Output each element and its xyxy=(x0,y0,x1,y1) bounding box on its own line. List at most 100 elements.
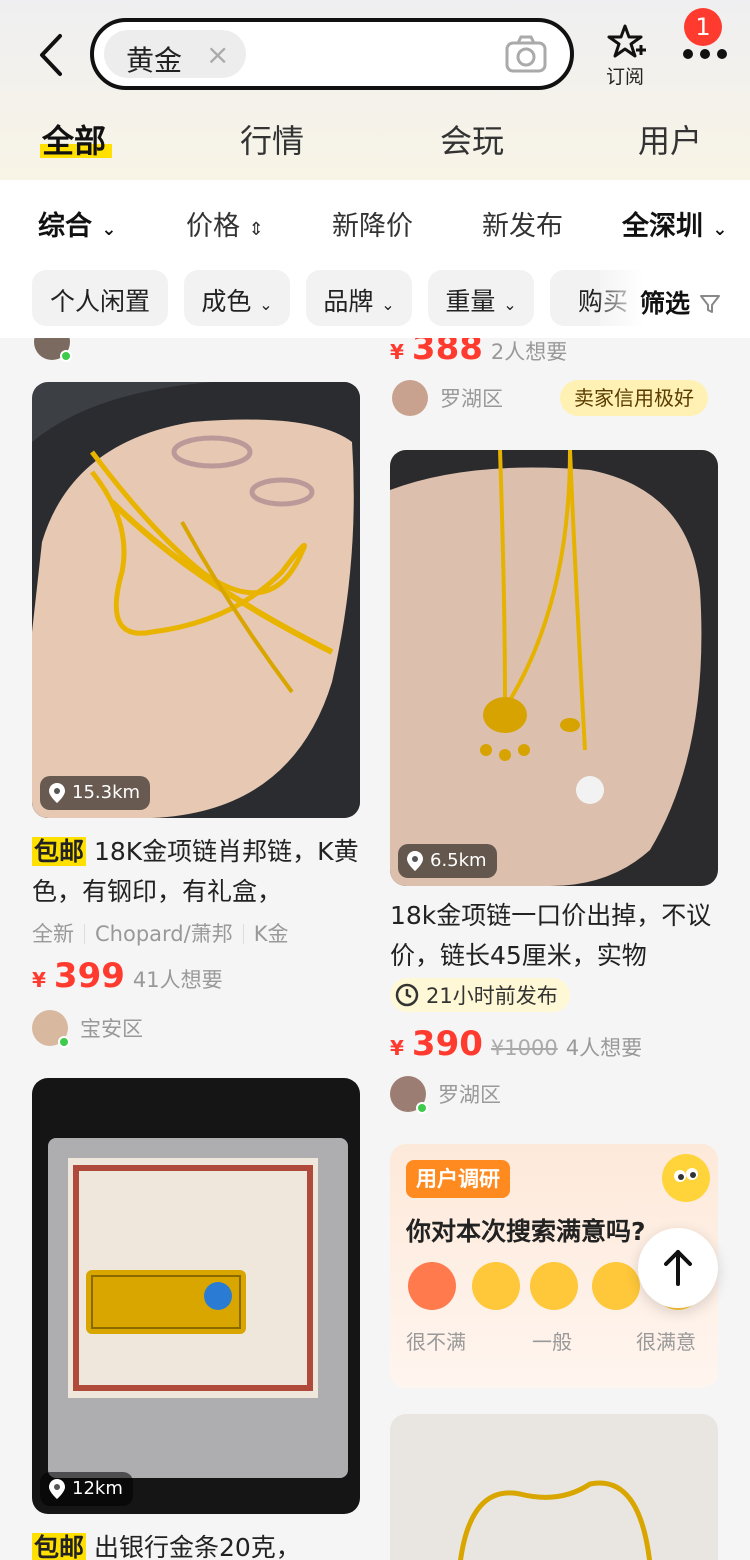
filter-weight[interactable]: 重量 ⌄ xyxy=(428,270,534,326)
distance-value: 6.5km xyxy=(430,850,487,871)
very-dissatisfied-icon[interactable] xyxy=(408,1262,456,1310)
gold-bar-image xyxy=(32,1078,360,1514)
dissatisfied-icon[interactable] xyxy=(472,1262,520,1310)
seller-area: 宝安区 xyxy=(80,1017,143,1041)
sort-price-label: 价格 xyxy=(186,211,240,242)
star-plus-icon xyxy=(607,24,646,58)
label-very-satisfied: 很满意 xyxy=(636,1330,696,1354)
tag-material: K金 xyxy=(253,922,289,946)
price-row: ¥ 390 ¥1000 4人想要 xyxy=(390,1024,643,1064)
sort-bar: 综合 ⌄ 价格 ⇕ 新降价 新发布 全深圳 ⌄ xyxy=(0,180,750,260)
funnel-icon xyxy=(699,295,720,313)
sort-price-drop[interactable]: 新降价 xyxy=(332,204,413,243)
distance-tag: 6.5km xyxy=(398,844,497,878)
want-count: 41人想要 xyxy=(132,968,223,992)
neutral-icon[interactable] xyxy=(530,1262,578,1310)
product-card[interactable]: 15.3km 包邮 18K金项链肖邦链，K黄色，有钢印，有礼盒， 全新 Chopa… xyxy=(32,382,360,1072)
chevron-down-icon: ⌄ xyxy=(503,295,517,314)
gold-necklace-image xyxy=(32,382,360,818)
filter-personal-idle[interactable]: 个人闲置 xyxy=(32,270,168,326)
label-neutral: 一般 xyxy=(532,1330,572,1354)
product-title: 包邮 18K金项链肖邦链，K黄色，有钢印，有礼盒， xyxy=(32,832,360,912)
post-time-tag: 21小时前发布 xyxy=(390,978,570,1012)
location-pin-icon xyxy=(49,1479,65,1499)
clock-icon xyxy=(395,983,419,1007)
seller-info[interactable]: 罗湖区 xyxy=(390,1076,501,1114)
want-count: 4人想要 xyxy=(565,1036,643,1060)
sort-updown-icon: ⇕ xyxy=(248,219,264,240)
original-price: ¥1000 xyxy=(490,1036,558,1060)
avatar xyxy=(390,1076,428,1114)
product-image xyxy=(390,1414,718,1560)
filter-condition-label: 成色 xyxy=(201,287,252,316)
tab-market[interactable]: 行情 xyxy=(240,116,304,162)
product-title-text: 出银行金条20克， xyxy=(93,1533,301,1560)
post-time: 21小时前发布 xyxy=(426,984,558,1008)
chevron-down-icon: ⌄ xyxy=(381,295,395,314)
tag-brand: Chopard/萧邦 xyxy=(95,922,233,946)
location-pin-icon xyxy=(407,851,423,871)
filter-brand[interactable]: 品牌 ⌄ xyxy=(306,270,412,326)
search-input[interactable]: 黄金 × xyxy=(90,18,574,90)
distance-value: 15.3km xyxy=(72,782,141,803)
back-to-top-button[interactable] xyxy=(638,1228,718,1308)
filter-button[interactable]: 筛选 xyxy=(640,284,721,320)
seller-info[interactable]: 宝安区 xyxy=(32,1010,143,1048)
subscribe-label: 订阅 xyxy=(605,66,644,88)
clear-keyword-icon[interactable]: × xyxy=(206,38,229,71)
tab-users[interactable]: 用户 xyxy=(638,116,702,162)
product-card[interactable] xyxy=(390,1414,718,1560)
satisfied-icon[interactable] xyxy=(592,1262,640,1310)
credit-badge: 卖家信用极好 xyxy=(560,380,708,416)
free-shipping-badge: 包邮 xyxy=(32,1533,87,1560)
distance-tag: 12km xyxy=(40,1472,133,1506)
gold-bracelet-image xyxy=(390,1414,718,1560)
filter-brand-label: 品牌 xyxy=(323,287,374,316)
avatar xyxy=(34,338,72,362)
filter-label: 筛选 xyxy=(640,289,691,318)
chevron-down-icon: ⌄ xyxy=(101,219,117,240)
product-tags: 全新 Chopard/萧邦 K金 xyxy=(32,918,288,948)
search-keyword: 黄金 xyxy=(126,44,183,77)
sort-price[interactable]: 价格 ⇕ xyxy=(186,204,264,243)
distance-value: 12km xyxy=(72,1478,123,1499)
sort-new-post[interactable]: 新发布 xyxy=(482,204,563,243)
search-keyword-chip[interactable]: 黄金 × xyxy=(104,30,246,78)
free-shipping-badge: 包邮 xyxy=(32,837,87,866)
chevron-down-icon: ⌄ xyxy=(712,219,728,240)
mascot-icon xyxy=(662,1154,710,1202)
price: 390 xyxy=(411,1024,483,1064)
region-selector[interactable]: 全深圳 ⌄ xyxy=(622,204,728,243)
survey-tag: 用户调研 xyxy=(406,1160,510,1198)
search-header: 黄金 × 订阅 1 全部 行情 会玩 用户 xyxy=(0,0,750,180)
price-row: ¥ 388 2人想要 xyxy=(390,338,567,368)
seller-info[interactable]: 罗湖区 xyxy=(392,380,503,416)
label-very-dissatisfied: 很不满 xyxy=(406,1330,466,1354)
product-card[interactable]: 6.5km 18k金项链一口价出掉，不议价，链长45厘米，实物 21小时前发布 … xyxy=(390,450,718,1120)
gold-pendant-image xyxy=(390,450,718,886)
tab-play[interactable]: 会玩 xyxy=(440,116,504,162)
tab-all[interactable]: 全部 xyxy=(42,116,106,162)
camera-icon[interactable] xyxy=(504,34,548,74)
want-count: 2人想要 xyxy=(490,340,568,364)
product-image: 15.3km xyxy=(32,382,360,818)
filter-condition[interactable]: 成色 ⌄ xyxy=(184,270,290,326)
product-title: 包邮 出银行金条20克， xyxy=(32,1528,360,1560)
back-arrow-icon[interactable] xyxy=(30,30,74,80)
region-label: 全深圳 xyxy=(622,211,703,242)
subscribe-button[interactable]: 订阅 xyxy=(598,22,652,88)
location-pin-icon xyxy=(49,783,65,803)
sort-comprehensive[interactable]: 综合 ⌄ xyxy=(38,204,117,243)
survey-question: 你对本次搜索满意吗? xyxy=(406,1217,646,1246)
filter-chips: 个人闲置 成色 ⌄ 品牌 ⌄ 重量 ⌄ 购买 筛选 xyxy=(0,260,750,338)
avatar xyxy=(32,1010,70,1048)
chevron-down-icon: ⌄ xyxy=(259,295,273,314)
filter-weight-label: 重量 xyxy=(445,287,496,316)
tag-condition: 全新 xyxy=(32,922,74,946)
product-image: 12km xyxy=(32,1078,360,1514)
price: 388 xyxy=(411,338,483,368)
seller-area: 罗湖区 xyxy=(438,1083,501,1107)
price-row: ¥ 399 41人想要 xyxy=(32,956,223,996)
notification-badge: 1 xyxy=(684,8,722,46)
product-card[interactable]: 12km 包邮 出银行金条20克， xyxy=(32,1078,360,1560)
